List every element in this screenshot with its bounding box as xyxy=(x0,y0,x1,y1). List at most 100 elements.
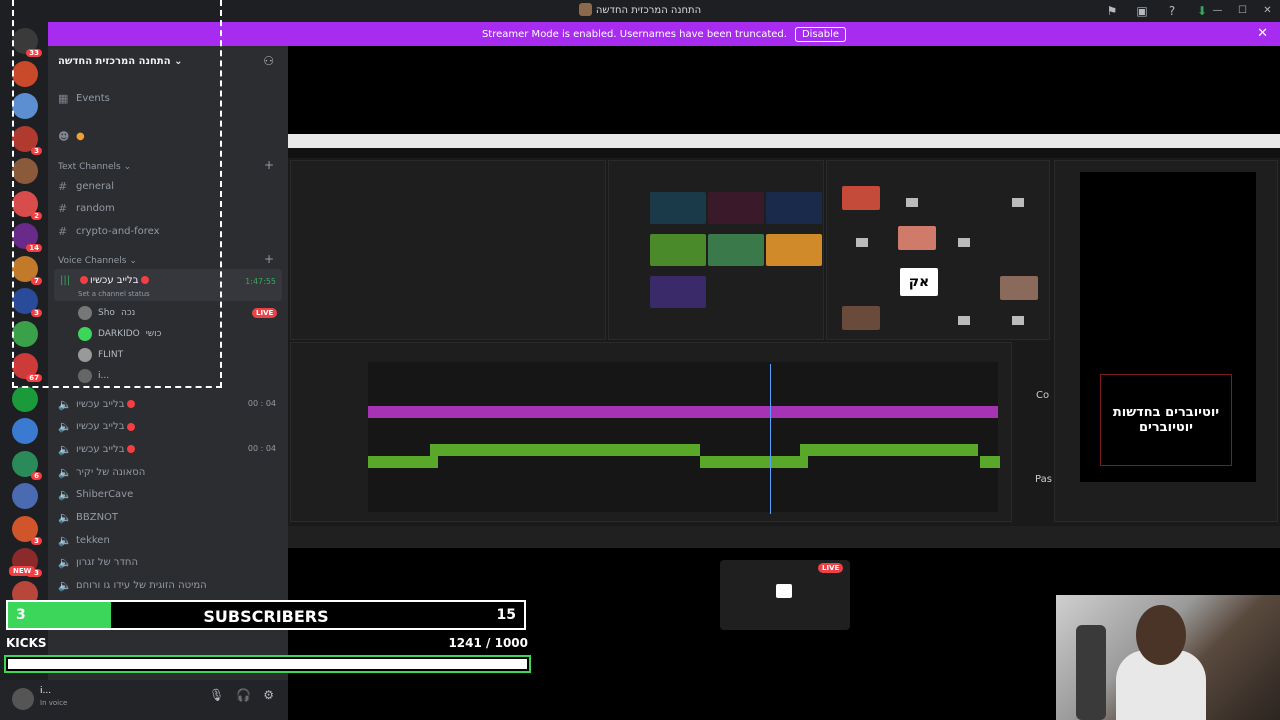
threads-icon[interactable]: ⚑ xyxy=(1104,3,1120,19)
maximize-button[interactable]: ☐ xyxy=(1230,0,1255,22)
disable-streamer-mode-button[interactable]: Disable xyxy=(794,26,847,42)
user-status: In voice xyxy=(40,699,68,707)
minimize-button[interactable]: — xyxy=(1205,0,1230,22)
channel-name: general xyxy=(76,180,115,192)
project-thumbnail-title: אק xyxy=(900,268,938,296)
user-panel: i... In voice 🎙 🎧 ⚙ xyxy=(0,680,288,720)
voice-channel-item[interactable]: 🔈 בלייב עכשיו xyxy=(58,394,137,414)
folder-icon[interactable] xyxy=(958,316,970,325)
unread-badge: 3 xyxy=(31,146,42,155)
folder-icon[interactable] xyxy=(1012,198,1024,207)
voice-activity-icon: ||| xyxy=(60,275,71,286)
voice-channel-item[interactable]: 🔈 ShiberCave xyxy=(58,485,133,505)
project-thumbnail[interactable] xyxy=(1000,276,1038,300)
people-icon[interactable]: ☻ xyxy=(58,130,76,143)
subscribers-goal: 15 xyxy=(496,607,516,623)
help-icon[interactable]: ? xyxy=(1164,3,1180,19)
avatar[interactable] xyxy=(12,688,34,710)
voice-channel-item[interactable]: 🔈 הסאונה של יקיר xyxy=(58,462,145,482)
project-thumbnail[interactable] xyxy=(842,186,880,210)
voice-user[interactable]: DARKIDO כושי xyxy=(78,325,161,343)
new-badge: NEW xyxy=(9,566,36,576)
inbox-icon[interactable]: ▣ xyxy=(1134,3,1150,19)
channel-name: החדר של זגרון xyxy=(76,557,138,569)
server-icon[interactable] xyxy=(12,483,38,509)
emoji-icon[interactable]: ● xyxy=(76,131,85,142)
voice-user[interactable]: FLINT xyxy=(78,346,123,364)
audio-clip[interactable] xyxy=(700,456,808,468)
effect-thumbnail[interactable] xyxy=(708,192,764,224)
server-icon[interactable]: 6 xyxy=(12,450,42,480)
voice-channel-item[interactable]: 🔈 tekken xyxy=(58,530,110,550)
add-voice-channel-icon[interactable]: + xyxy=(264,252,274,266)
channel-name: המיטה הזוגית של עידו גו ורוחם xyxy=(76,580,207,592)
server-icon[interactable] xyxy=(12,60,38,87)
server-icon[interactable]: 3 xyxy=(12,288,42,317)
audio-clip[interactable] xyxy=(368,456,438,468)
close-button[interactable]: ✕ xyxy=(1255,0,1280,22)
voice-user[interactable]: i... xyxy=(78,367,109,385)
text-channels-category[interactable]: Text Channels ⌄ xyxy=(58,162,131,172)
folder-icon[interactable] xyxy=(906,198,918,207)
server-icon[interactable]: 67 xyxy=(12,353,42,382)
voice-channel-item[interactable]: 🔈 BBZNOT xyxy=(58,508,118,528)
audio-clip[interactable] xyxy=(980,456,1000,468)
events-item[interactable]: ▦ Events xyxy=(58,88,110,108)
voice-channel-item[interactable]: 🔈 בלייב עכשיו xyxy=(58,417,137,437)
close-banner-icon[interactable]: ✕ xyxy=(1257,26,1268,41)
effect-thumbnail[interactable] xyxy=(766,192,822,224)
audio-clip[interactable] xyxy=(800,444,978,456)
server-icon[interactable]: 2 xyxy=(12,190,42,220)
server-icon[interactable] xyxy=(12,320,38,347)
text-channel-item[interactable]: # crypto-and-forex xyxy=(58,221,160,241)
voice-user[interactable]: Sho נכה xyxy=(78,304,135,322)
add-text-channel-icon[interactable]: + xyxy=(264,158,274,172)
speaker-icon: 🔈 xyxy=(58,488,72,502)
effect-thumbnail[interactable] xyxy=(650,234,706,266)
avatar xyxy=(78,348,92,362)
server-icon[interactable]: 3 xyxy=(12,515,42,545)
stream-preview-tile[interactable]: LIVE xyxy=(720,560,850,630)
effect-thumbnail[interactable] xyxy=(650,192,706,224)
voice-user-name: i... xyxy=(98,371,110,381)
server-icon[interactable] xyxy=(12,385,38,412)
effect-thumbnail[interactable] xyxy=(708,234,764,266)
folder-icon[interactable] xyxy=(856,238,868,247)
voice-channel-item[interactable]: 🔈 המיטה הזוגית של עידו גו ורוחם xyxy=(58,576,207,596)
unread-badge: 67 xyxy=(26,374,42,382)
invite-icon[interactable]: ⚇ xyxy=(263,54,274,68)
headphones-icon[interactable]: 🎧 xyxy=(236,688,251,702)
audio-clip[interactable] xyxy=(430,444,700,456)
server-name-header[interactable]: התחנה המרכזית החדשה ⌄ xyxy=(58,56,182,67)
project-thumbnail[interactable] xyxy=(898,226,936,250)
voice-channels-category[interactable]: Voice Channels ⌄ xyxy=(58,256,137,266)
folder-icon[interactable] xyxy=(958,238,970,247)
voice-category-label: Voice Channels xyxy=(58,256,127,266)
screen-share-view[interactable]: אק יוטיוברים בחדשות יוטיוברים Co Pas xyxy=(288,134,1280,548)
server-icon xyxy=(578,3,592,16)
server-icon[interactable] xyxy=(12,158,38,184)
server-icon[interactable]: 7 xyxy=(12,255,42,285)
title-bar: התחנה המרכזית החדשה ⚑ ▣ ? ⬇ — ☐ ✕ xyxy=(0,0,1280,22)
server-icon[interactable]: 33 xyxy=(12,28,42,57)
server-icon[interactable]: 3 xyxy=(12,125,42,155)
unread-badge: 14 xyxy=(26,244,42,252)
voice-user-tag: כושי xyxy=(145,329,162,339)
settings-gear-icon[interactable]: ⚙ xyxy=(263,688,274,702)
voice-channel-item[interactable]: 🔈 החדר של זגרון xyxy=(58,553,138,573)
effect-thumbnail[interactable] xyxy=(650,276,706,308)
microphone-icon[interactable]: 🎙 xyxy=(209,688,224,702)
server-icon[interactable]: 14 xyxy=(12,223,42,252)
channel-status[interactable]: Set a channel status xyxy=(78,290,150,298)
timeline-playhead[interactable] xyxy=(770,364,771,514)
folder-icon[interactable] xyxy=(1012,316,1024,325)
server-icon[interactable] xyxy=(12,93,38,119)
text-channel-item[interactable]: # random xyxy=(58,199,115,219)
project-thumbnail[interactable] xyxy=(842,306,880,330)
video-clip[interactable] xyxy=(368,406,998,418)
text-channel-item[interactable]: # general xyxy=(58,176,114,196)
effect-thumbnail[interactable] xyxy=(766,234,822,266)
voice-channel-item[interactable]: 🔈 בלייב עכשיו xyxy=(58,439,137,459)
kicks-goal-bar xyxy=(4,655,531,673)
server-icon[interactable] xyxy=(12,418,38,444)
